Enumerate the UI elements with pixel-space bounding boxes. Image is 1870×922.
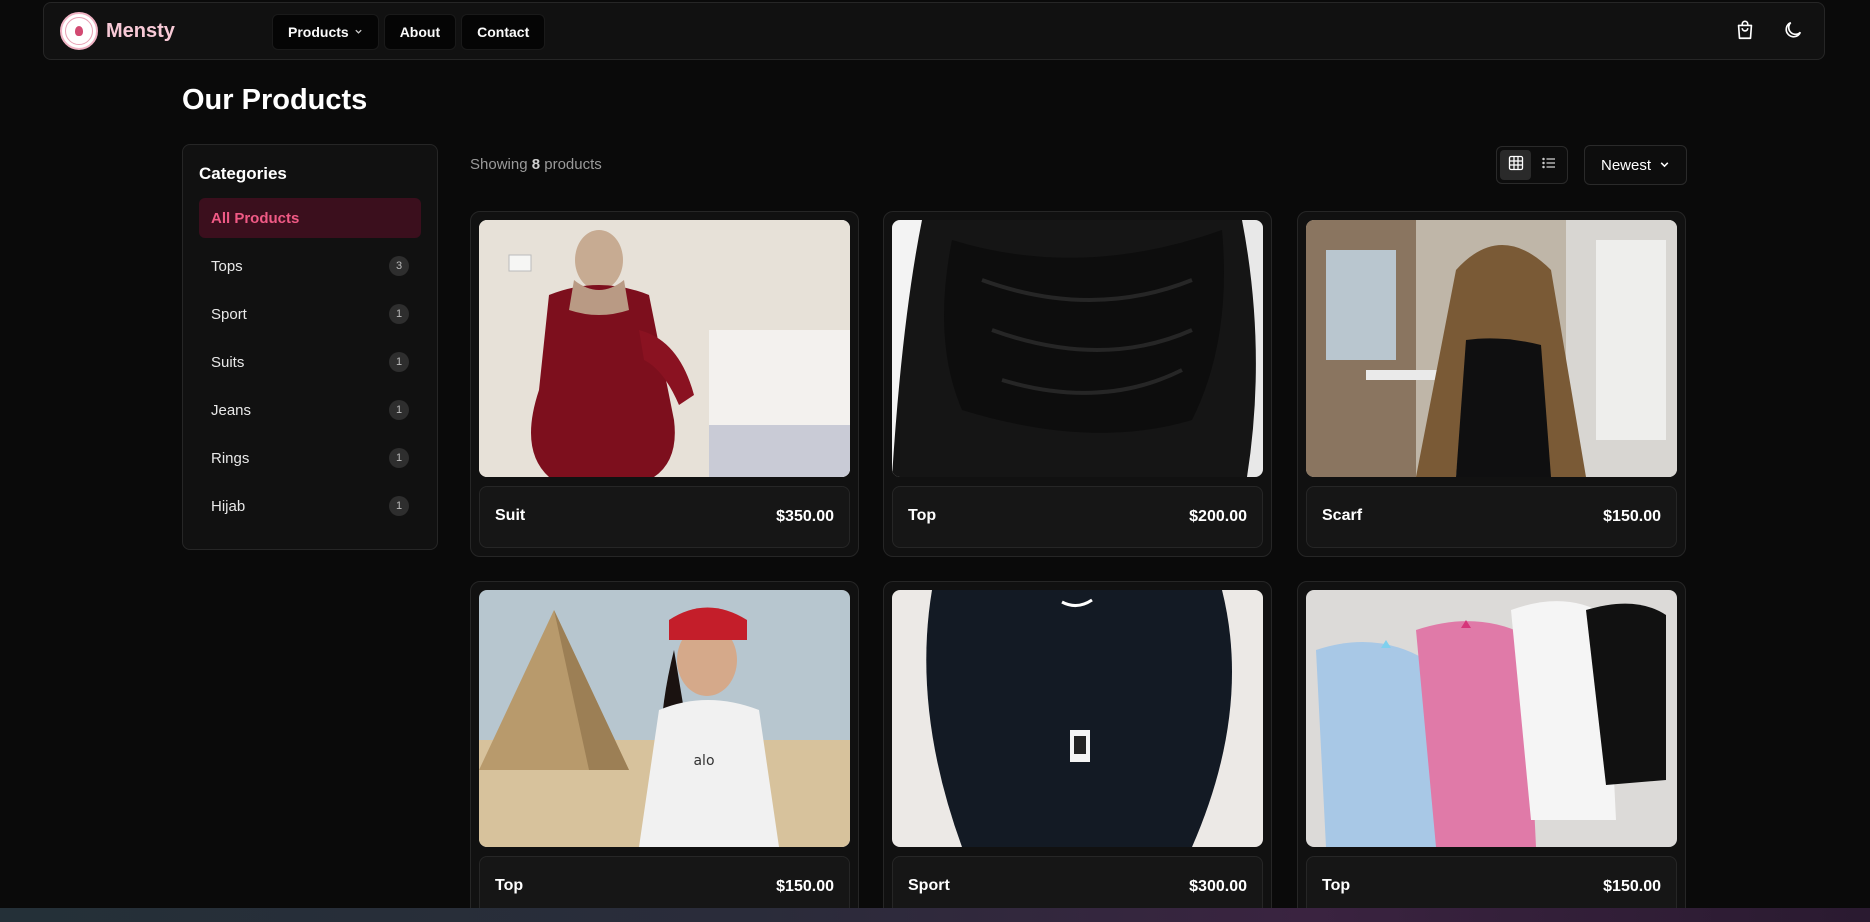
category-count-badge: 1 bbox=[389, 400, 409, 420]
category-label: All Products bbox=[211, 209, 300, 227]
nav-products-button[interactable]: Products bbox=[272, 14, 379, 50]
product-card[interactable]: Top $150.00 bbox=[1297, 581, 1686, 922]
product-info: Scarf $150.00 bbox=[1306, 486, 1677, 548]
product-image bbox=[892, 220, 1263, 477]
category-count-badge: 1 bbox=[389, 352, 409, 372]
product-image bbox=[479, 220, 850, 477]
product-name: Top bbox=[495, 876, 524, 894]
product-name: Top bbox=[1322, 876, 1351, 894]
product-card[interactable]: Top $200.00 bbox=[883, 211, 1272, 557]
product-price: $150.00 bbox=[776, 878, 834, 895]
product-name: Scarf bbox=[1322, 506, 1363, 524]
product-card[interactable]: alo Top $150.00 bbox=[470, 581, 859, 922]
category-hijab[interactable]: Hijab 1 bbox=[199, 486, 421, 526]
view-mode-toggle bbox=[1496, 146, 1568, 184]
category-count-badge: 3 bbox=[389, 256, 409, 276]
category-label: Sport bbox=[211, 305, 247, 323]
product-card[interactable]: Sport $300.00 bbox=[883, 581, 1272, 922]
categories-sidebar: Categories All Products Tops 3 Sport 1 S… bbox=[182, 144, 438, 550]
product-price: $150.00 bbox=[1603, 878, 1661, 895]
nav-contact-label: Contact bbox=[477, 24, 530, 40]
product-price: $150.00 bbox=[1603, 508, 1661, 525]
category-count-badge: 1 bbox=[389, 496, 409, 516]
list-view-button[interactable] bbox=[1533, 150, 1564, 180]
showing-count: 8 bbox=[531, 156, 541, 173]
product-price: $200.00 bbox=[1189, 508, 1247, 525]
grid-view-icon bbox=[1508, 155, 1524, 176]
product-name: Suit bbox=[495, 506, 526, 524]
category-label: Tops bbox=[211, 257, 243, 275]
category-label: Rings bbox=[211, 449, 250, 467]
brand-name: Mensty bbox=[106, 19, 175, 42]
nav-contact-button[interactable]: Contact bbox=[461, 14, 546, 50]
product-image: alo bbox=[479, 590, 850, 847]
top-navbar: Mensty Products About Contact bbox=[43, 2, 1825, 60]
category-label: Hijab bbox=[211, 497, 246, 515]
moon-icon[interactable] bbox=[1780, 17, 1806, 43]
category-sport[interactable]: Sport 1 bbox=[199, 294, 421, 334]
product-card[interactable]: Scarf $150.00 bbox=[1297, 211, 1686, 557]
nav-links: Products About Contact bbox=[272, 14, 546, 50]
categories-heading: Categories bbox=[199, 164, 287, 183]
nav-products-label: Products bbox=[288, 24, 349, 40]
product-price: $350.00 bbox=[776, 508, 834, 525]
category-suits[interactable]: Suits 1 bbox=[199, 342, 421, 382]
page-title: Our Products bbox=[182, 84, 368, 116]
nav-about-label: About bbox=[399, 24, 441, 40]
category-jeans[interactable]: Jeans 1 bbox=[199, 390, 421, 430]
products-count-text: Showing 8 products bbox=[470, 156, 602, 173]
list-view-icon bbox=[1541, 155, 1557, 176]
grid-view-button[interactable] bbox=[1500, 150, 1531, 180]
chevron-down-icon bbox=[1659, 157, 1670, 174]
category-tops[interactable]: Tops 3 bbox=[199, 246, 421, 286]
category-label: Jeans bbox=[211, 401, 252, 419]
product-name: Sport bbox=[908, 876, 950, 894]
chevron-down-icon bbox=[354, 27, 363, 38]
sort-value: Newest bbox=[1600, 156, 1652, 174]
product-info: Top $200.00 bbox=[892, 486, 1263, 548]
showing-suffix: products bbox=[544, 156, 602, 173]
showing-prefix: Showing bbox=[470, 156, 528, 173]
category-label: Suits bbox=[211, 353, 245, 371]
sort-select[interactable]: Newest bbox=[1584, 145, 1687, 185]
category-count-badge: 1 bbox=[389, 448, 409, 468]
product-info: Suit $350.00 bbox=[479, 486, 850, 548]
shopping-bag-icon[interactable] bbox=[1732, 17, 1758, 43]
category-count-badge: 1 bbox=[389, 304, 409, 324]
svg-text:alo: alo bbox=[693, 753, 714, 769]
brand-logo bbox=[60, 12, 98, 50]
product-image bbox=[1306, 590, 1677, 847]
category-all-products[interactable]: All Products bbox=[199, 198, 421, 238]
product-image bbox=[1306, 220, 1677, 477]
brand-link[interactable]: Mensty bbox=[60, 12, 175, 50]
taskbar-strip bbox=[0, 908, 1870, 922]
nav-about-button[interactable]: About bbox=[383, 14, 457, 50]
nav-icons bbox=[1732, 17, 1806, 43]
product-image bbox=[892, 590, 1263, 847]
product-name: Top bbox=[908, 506, 937, 524]
category-rings[interactable]: Rings 1 bbox=[199, 438, 421, 478]
product-price: $300.00 bbox=[1189, 878, 1247, 895]
product-card[interactable]: Suit $350.00 bbox=[470, 211, 859, 557]
